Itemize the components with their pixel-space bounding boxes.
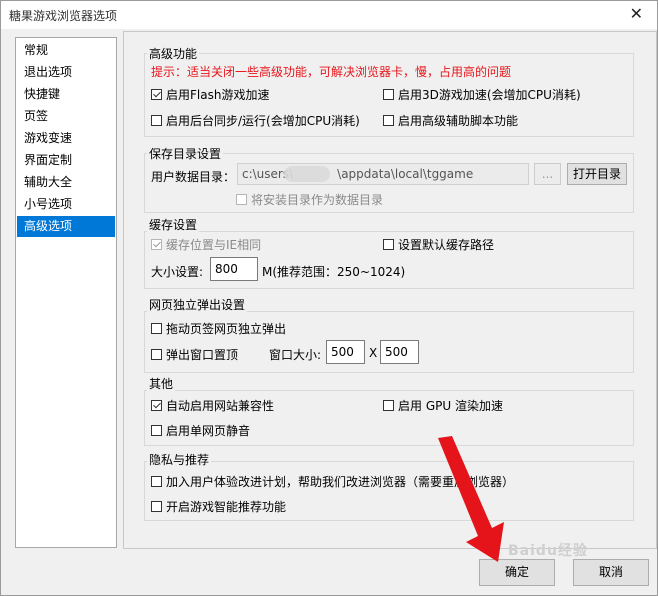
checkbox-icon: [383, 239, 394, 250]
3d-accel-label: 启用3D游戏加速(会增加CPU消耗): [398, 88, 581, 102]
nav-item-advanced[interactable]: 高级选项: [17, 216, 115, 237]
flash-accel-label: 启用Flash游戏加速: [166, 88, 270, 102]
checkbox-checked-icon: [151, 400, 162, 411]
default-cache-path-label: 设置默认缓存路径: [398, 238, 495, 252]
drag-tab-popup-checkbox[interactable]: 拖动页签网页独立弹出: [151, 320, 286, 337]
options-nav-list: 常规 退出选项 快捷键 页签 游戏变速 界面定制 辅助大全 小号选项 高级选项: [15, 37, 117, 548]
cache-range-label: M(推荐范围：250~1024): [262, 265, 406, 279]
site-compat-checkbox[interactable]: 自动启用网站兼容性: [151, 397, 274, 414]
cache-size-label: 大小设置:: [151, 265, 204, 279]
window-title: 糖果游戏浏览器选项: [9, 9, 118, 23]
user-data-dir-label: 用户数据目录：: [151, 170, 236, 184]
popup-title: 网页独立弹出设置: [147, 296, 248, 313]
smart-recommend-label: 开启游戏智能推荐功能: [166, 500, 287, 514]
checkbox-icon: [151, 501, 162, 512]
cancel-button[interactable]: 取消: [573, 559, 649, 586]
drag-tab-popup-label: 拖动页签网页独立弹出: [166, 322, 287, 336]
popup-height-input[interactable]: 500: [380, 340, 419, 364]
other-title: 其他: [147, 375, 176, 392]
use-install-dir-checkbox[interactable]: 将安装目录作为数据目录: [236, 191, 383, 208]
cache-same-ie-label: 缓存位置与IE相同: [166, 238, 262, 252]
3d-accel-checkbox[interactable]: 启用3D游戏加速(会增加CPU消耗): [383, 86, 581, 103]
window-size-label: 窗口大小:: [269, 348, 322, 362]
red-arrow-icon: [438, 436, 504, 562]
popup-topmost-label: 弹出窗口置顶: [166, 348, 239, 362]
arrow-shape: [438, 436, 504, 562]
checkbox-icon: [151, 476, 162, 487]
checkbox-icon: [236, 194, 247, 205]
checkbox-checked-icon: [151, 239, 162, 250]
save-dir-title: 保存目录设置: [147, 145, 224, 162]
checkbox-icon: [383, 115, 394, 126]
checkbox-icon: [383, 400, 394, 411]
baidu-watermark: Baidu经验: [508, 543, 588, 559]
single-page-mute-label: 启用单网页静音: [166, 424, 251, 438]
performance-hint: 提示：适当关闭一些高级功能，可解决浏览器卡，慢，占用高的问题: [151, 65, 512, 79]
redaction-blur: [284, 166, 330, 182]
nav-item-shortcuts[interactable]: 快捷键: [17, 84, 115, 105]
browse-button[interactable]: ...: [534, 163, 561, 185]
checkbox-icon: [151, 425, 162, 436]
cache-same-ie-checkbox[interactable]: 缓存位置与IE相同: [151, 236, 261, 253]
open-dir-button[interactable]: 打开目录: [567, 163, 627, 185]
flash-accel-checkbox[interactable]: 启用Flash游戏加速: [151, 86, 269, 103]
advanced-script-label: 启用高级辅助脚本功能: [398, 114, 519, 128]
options-dialog: 糖果游戏浏览器选项 ✕ 常规 退出选项 快捷键 页签 游戏变速 界面定制 辅助大…: [0, 0, 658, 596]
close-icon[interactable]: ✕: [630, 4, 643, 24]
background-sync-checkbox[interactable]: 启用后台同步/运行(会增加CPU消耗): [151, 112, 360, 129]
single-page-mute-checkbox[interactable]: 启用单网页静音: [151, 422, 250, 439]
title-bar: 糖果游戏浏览器选项 ✕: [1, 1, 657, 29]
privacy-title: 隐私与推荐: [147, 451, 212, 468]
nav-item-helpers[interactable]: 辅助大全: [17, 172, 115, 193]
gpu-render-checkbox[interactable]: 启用 GPU 渲染加速: [383, 397, 503, 414]
cache-size-input[interactable]: 800: [210, 257, 258, 281]
cache-title: 缓存设置: [147, 216, 200, 233]
gpu-render-label: 启用 GPU 渲染加速: [398, 399, 503, 413]
user-data-dir-field: c:\users\ \appdata\local\tggame: [237, 163, 529, 185]
checkbox-icon: [151, 115, 162, 126]
nav-item-tabs[interactable]: 页签: [17, 106, 115, 127]
nav-item-alt-accounts[interactable]: 小号选项: [17, 194, 115, 215]
checkbox-icon: [151, 323, 162, 334]
smart-recommend-checkbox[interactable]: 开启游戏智能推荐功能: [151, 498, 286, 515]
advanced-title: 高级功能: [147, 45, 200, 62]
checkbox-checked-icon: [151, 89, 162, 100]
nav-item-general[interactable]: 常规: [17, 40, 115, 61]
nav-item-game-speed[interactable]: 游戏变速: [17, 128, 115, 149]
advanced-script-checkbox[interactable]: 启用高级辅助脚本功能: [383, 112, 518, 129]
popup-topmost-checkbox[interactable]: 弹出窗口置顶: [151, 346, 238, 363]
nav-item-exit-options[interactable]: 退出选项: [17, 62, 115, 83]
advanced-options-panel: 高级功能 提示：适当关闭一些高级功能，可解决浏览器卡，慢，占用高的问题 启用Fl…: [123, 31, 657, 549]
default-cache-path-checkbox[interactable]: 设置默认缓存路径: [383, 236, 494, 253]
checkbox-icon: [151, 349, 162, 360]
size-separator: X: [369, 346, 378, 360]
popup-width-input[interactable]: 500: [326, 340, 365, 364]
checkbox-icon: [383, 89, 394, 100]
nav-item-ui-custom[interactable]: 界面定制: [17, 150, 115, 171]
use-install-dir-label: 将安装目录作为数据目录: [251, 193, 384, 207]
background-sync-label: 启用后台同步/运行(会增加CPU消耗): [166, 114, 360, 128]
path-suffix: \appdata\local\tggame: [337, 167, 474, 181]
site-compat-label: 自动启用网站兼容性: [166, 399, 275, 413]
